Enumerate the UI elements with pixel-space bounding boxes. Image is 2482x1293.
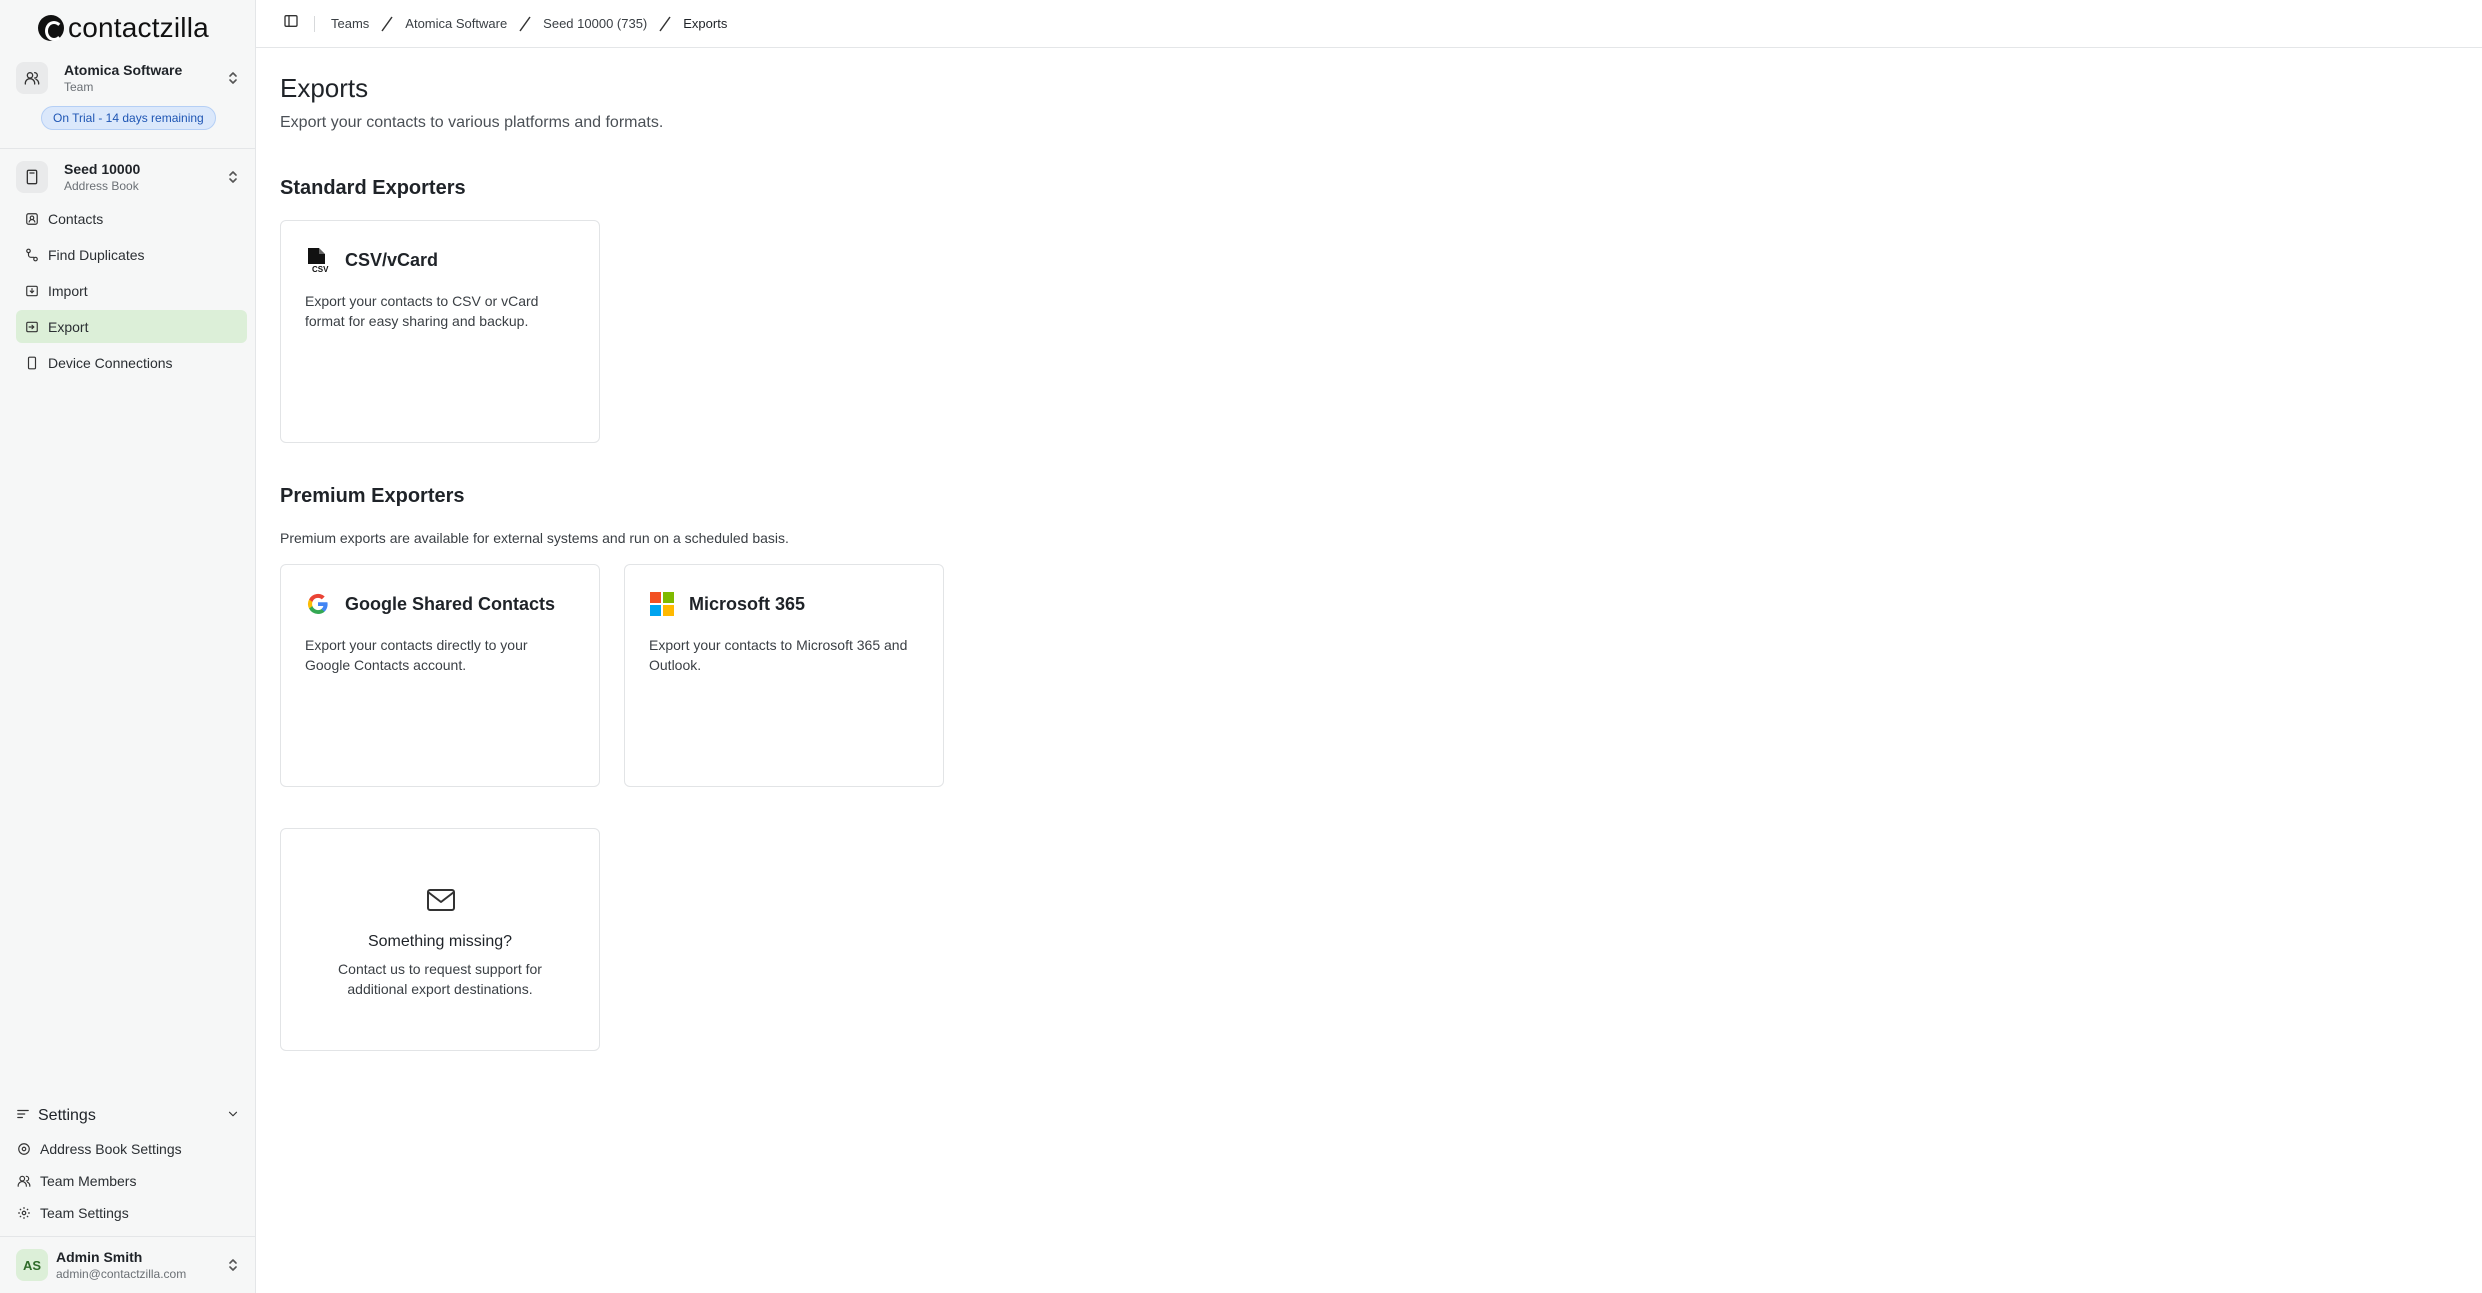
standard-exporters-title: Standard Exporters xyxy=(280,177,466,199)
request-title: Something missing? xyxy=(367,933,513,950)
trial-badge[interactable]: On Trial - 14 days remaining xyxy=(41,106,216,130)
nav-item-device-connections[interactable]: Device Connections xyxy=(16,346,247,379)
team-icon xyxy=(16,62,48,94)
svg-text:CSV: CSV xyxy=(312,265,329,273)
export-icon xyxy=(24,319,40,335)
nav-item-label: Device Connections xyxy=(48,354,173,371)
nav-item-label: Import xyxy=(48,282,88,299)
slash-separator-icon xyxy=(379,14,395,34)
breadcrumb-addressbook[interactable]: Seed 10000 (735) xyxy=(543,16,647,31)
addressbook-type: Address Book xyxy=(64,179,139,193)
device-icon xyxy=(24,355,40,371)
nav-item-export[interactable]: Export xyxy=(16,310,247,343)
team-members-icon xyxy=(16,1173,32,1189)
addressbook-name: Seed 10000 xyxy=(64,161,141,177)
mail-icon xyxy=(425,884,457,916)
contacts-icon xyxy=(24,211,40,227)
sidebar: contactzilla Atomica Software Team On Tr… xyxy=(0,0,256,1293)
page-title: Exports xyxy=(280,73,369,103)
chevrons-up-down-icon xyxy=(226,1256,240,1274)
premium-exporters-title: Premium Exporters xyxy=(280,485,465,507)
page-description: Export your contacts to various platform… xyxy=(280,114,664,131)
card-title: CSV/vCard xyxy=(345,249,439,270)
nav-item-label: Contacts xyxy=(48,210,104,227)
breadcrumb-current: Exports xyxy=(683,16,728,31)
request-exporter-card[interactable]: Something missing? Contact us to request… xyxy=(280,828,600,1051)
exporter-card-microsoft-365[interactable]: Microsoft 365 Export your contacts to Mi… xyxy=(624,564,944,787)
settings-toggle[interactable]: Settings xyxy=(16,1103,240,1129)
logo-mark-icon xyxy=(38,15,64,41)
user-email: admin@contactzilla.com xyxy=(56,1267,187,1281)
settings-list: Address Book Settings Team Members Team … xyxy=(16,1133,240,1229)
slash-separator-icon xyxy=(517,14,533,34)
main-nav: Contacts Find Duplicates Import Export D… xyxy=(16,202,247,382)
nav-item-find-duplicates[interactable]: Find Duplicates xyxy=(16,238,247,271)
nav-item-label: Find Duplicates xyxy=(48,246,145,263)
team-name: Atomica Software xyxy=(64,62,183,78)
exporter-card-csv-vcard[interactable]: CSV CSV/vCard Export your contacts to CS… xyxy=(280,220,600,443)
address-book-icon xyxy=(16,161,48,193)
settings-item-label: Address Book Settings xyxy=(40,1141,182,1157)
addressbook-switcher[interactable]: Seed 10000 Address Book xyxy=(16,160,240,194)
team-switcher[interactable]: Atomica Software Team xyxy=(16,61,240,95)
nav-item-import[interactable]: Import xyxy=(16,274,247,307)
logo-text: contactzilla xyxy=(68,12,209,43)
gear-icon xyxy=(16,1205,32,1221)
sliders-icon xyxy=(16,1107,30,1126)
card-title: Microsoft 365 xyxy=(689,593,806,614)
chevrons-up-down-icon xyxy=(226,168,240,186)
nav-item-label: Export xyxy=(48,318,89,335)
user-name: Admin Smith xyxy=(56,1249,143,1265)
csv-file-icon: CSV xyxy=(305,247,331,273)
divider xyxy=(0,148,256,149)
address-book-settings-icon xyxy=(16,1141,32,1157)
settings-item-team-settings[interactable]: Team Settings xyxy=(16,1197,240,1229)
logo[interactable]: contactzilla xyxy=(38,10,209,46)
settings-item-address-book-settings[interactable]: Address Book Settings xyxy=(16,1133,240,1165)
panel-left-icon xyxy=(283,13,299,34)
chevron-down-icon xyxy=(226,1107,240,1126)
slash-separator-icon xyxy=(657,14,673,34)
user-menu[interactable]: AS Admin Smith admin@contactzilla.com xyxy=(16,1248,240,1282)
divider xyxy=(314,15,315,32)
chevrons-up-down-icon xyxy=(226,69,240,87)
microsoft-icon xyxy=(649,591,675,617)
card-description: Export your contacts directly to your Go… xyxy=(305,637,528,673)
top-bar: Teams Atomica Software Seed 10000 (735) … xyxy=(256,0,2482,48)
premium-exporters-description: Premium exports are available for extern… xyxy=(280,530,789,546)
card-description: Export your contacts to Microsoft 365 an… xyxy=(649,637,908,673)
exporter-card-google[interactable]: Google Shared Contacts Export your conta… xyxy=(280,564,600,787)
card-title: Google Shared Contacts xyxy=(345,593,556,614)
settings-item-label: Team Members xyxy=(40,1173,137,1189)
breadcrumb: Teams Atomica Software Seed 10000 (735) … xyxy=(331,14,727,34)
settings-item-label: Team Settings xyxy=(40,1205,129,1221)
breadcrumb-teams[interactable]: Teams xyxy=(331,16,369,31)
divider xyxy=(0,1236,256,1237)
sidebar-toggle-button[interactable] xyxy=(276,9,306,39)
settings-label: Settings xyxy=(38,1107,96,1124)
card-description: Export your contacts to CSV or vCard for… xyxy=(305,293,539,329)
google-icon xyxy=(305,591,331,617)
nav-item-contacts[interactable]: Contacts xyxy=(16,202,247,235)
import-icon xyxy=(24,283,40,299)
breadcrumb-team[interactable]: Atomica Software xyxy=(405,16,507,31)
settings-item-team-members[interactable]: Team Members xyxy=(16,1165,240,1197)
request-description: Contact us to request support for additi… xyxy=(338,961,542,997)
avatar: AS xyxy=(16,1249,48,1281)
duplicates-icon xyxy=(24,247,40,263)
team-type: Team xyxy=(64,80,94,94)
